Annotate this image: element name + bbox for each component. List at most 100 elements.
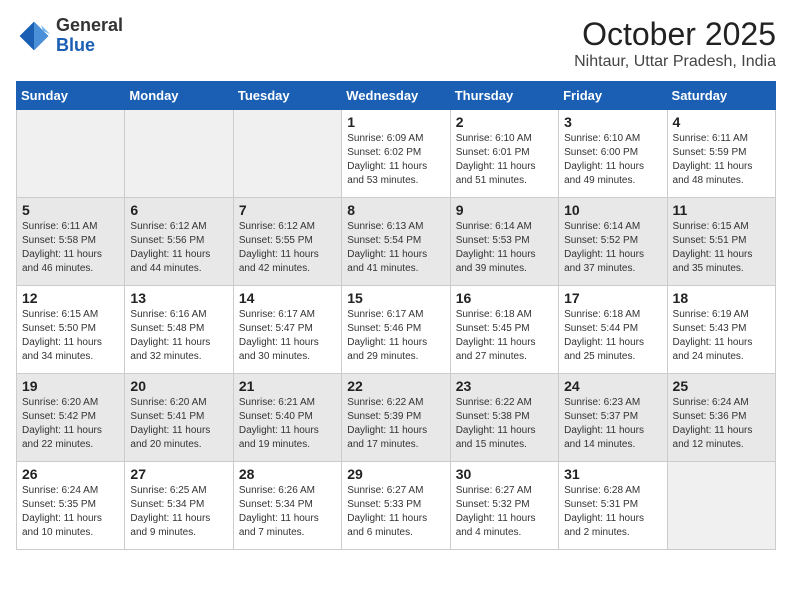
day-number: 17 bbox=[564, 290, 661, 306]
day-info: Sunrise: 6:20 AMSunset: 5:42 PMDaylight:… bbox=[22, 396, 119, 452]
day-info: Sunrise: 6:14 AMSunset: 5:53 PMDaylight:… bbox=[456, 220, 553, 276]
day-info: Sunrise: 6:10 AMSunset: 6:01 PMDaylight:… bbox=[456, 132, 553, 188]
title-block: October 2025 Nihtaur, Uttar Pradesh, Ind… bbox=[574, 16, 776, 71]
day-info: Sunrise: 6:17 AMSunset: 5:47 PMDaylight:… bbox=[239, 308, 336, 364]
calendar-cell: 21 Sunrise: 6:21 AMSunset: 5:40 PMDayligh… bbox=[233, 374, 341, 462]
calendar-cell: 9 Sunrise: 6:14 AMSunset: 5:53 PMDaylight… bbox=[450, 198, 558, 286]
logo: General Blue bbox=[16, 16, 123, 56]
calendar-cell: 7 Sunrise: 6:12 AMSunset: 5:55 PMDaylight… bbox=[233, 198, 341, 286]
day-number: 15 bbox=[347, 290, 444, 306]
day-info: Sunrise: 6:12 AMSunset: 5:56 PMDaylight:… bbox=[130, 220, 227, 276]
day-number: 6 bbox=[130, 202, 227, 218]
calendar-week-row: 12Sunrise: 6:15 AMSunset: 5:50 PMDayligh… bbox=[17, 286, 776, 374]
calendar-cell: 5Sunrise: 6:11 AMSunset: 5:58 PMDaylight… bbox=[17, 198, 125, 286]
day-info: Sunrise: 6:15 AMSunset: 5:51 PMDaylight:… bbox=[673, 220, 770, 276]
day-number: 19 bbox=[22, 378, 119, 394]
day-info: Sunrise: 6:13 AMSunset: 5:54 PMDaylight:… bbox=[347, 220, 444, 276]
day-number: 18 bbox=[673, 290, 770, 306]
day-number: 31 bbox=[564, 466, 661, 482]
calendar-cell: 15 Sunrise: 6:17 AMSunset: 5:46 PMDayligh… bbox=[342, 286, 450, 374]
calendar-cell: 18 Sunrise: 6:19 AMSunset: 5:43 PMDayligh… bbox=[667, 286, 775, 374]
day-number: 7 bbox=[239, 202, 336, 218]
day-number: 28 bbox=[239, 466, 336, 482]
day-number: 20 bbox=[130, 378, 227, 394]
day-number: 23 bbox=[456, 378, 553, 394]
day-header-wednesday: Wednesday bbox=[342, 82, 450, 110]
day-info: Sunrise: 6:27 AMSunset: 5:33 PMDaylight:… bbox=[347, 484, 444, 540]
calendar-cell: 17 Sunrise: 6:18 AMSunset: 5:44 PMDayligh… bbox=[559, 286, 667, 374]
day-number: 10 bbox=[564, 202, 661, 218]
calendar-cell bbox=[125, 110, 233, 198]
day-number: 24 bbox=[564, 378, 661, 394]
day-number: 22 bbox=[347, 378, 444, 394]
day-number: 3 bbox=[564, 114, 661, 130]
day-number: 4 bbox=[673, 114, 770, 130]
day-header-saturday: Saturday bbox=[667, 82, 775, 110]
day-info: Sunrise: 6:12 AMSunset: 5:55 PMDaylight:… bbox=[239, 220, 336, 276]
calendar-cell bbox=[233, 110, 341, 198]
day-header-monday: Monday bbox=[125, 82, 233, 110]
calendar-week-row: 19 Sunrise: 6:20 AMSunset: 5:42 PMDayligh… bbox=[17, 374, 776, 462]
location: Nihtaur, Uttar Pradesh, India bbox=[574, 53, 776, 71]
day-info: Sunrise: 6:18 AMSunset: 5:44 PMDaylight:… bbox=[564, 308, 661, 364]
day-header-tuesday: Tuesday bbox=[233, 82, 341, 110]
day-info: Sunrise: 6:10 AMSunset: 6:00 PMDaylight:… bbox=[564, 132, 661, 188]
calendar-cell: 25 Sunrise: 6:24 AMSunset: 5:36 PMDayligh… bbox=[667, 374, 775, 462]
day-number: 29 bbox=[347, 466, 444, 482]
day-info: Sunrise: 6:14 AMSunset: 5:52 PMDaylight:… bbox=[564, 220, 661, 276]
calendar-cell: 10 Sunrise: 6:14 AMSunset: 5:52 PMDayligh… bbox=[559, 198, 667, 286]
day-info: Sunrise: 6:24 AMSunset: 5:35 PMDaylight:… bbox=[22, 484, 119, 540]
calendar-cell: 11Sunrise: 6:15 AMSunset: 5:51 PMDayligh… bbox=[667, 198, 775, 286]
calendar-cell: 27Sunrise: 6:25 AMSunset: 5:34 PMDayligh… bbox=[125, 462, 233, 550]
day-number: 9 bbox=[456, 202, 553, 218]
calendar-cell: 12Sunrise: 6:15 AMSunset: 5:50 PMDayligh… bbox=[17, 286, 125, 374]
day-number: 8 bbox=[347, 202, 444, 218]
calendar-cell: 1Sunrise: 6:09 AMSunset: 6:02 PMDaylight… bbox=[342, 110, 450, 198]
day-info: Sunrise: 6:11 AMSunset: 5:58 PMDaylight:… bbox=[22, 220, 119, 276]
calendar-cell: 23 Sunrise: 6:22 AMSunset: 5:38 PMDayligh… bbox=[450, 374, 558, 462]
day-info: Sunrise: 6:26 AMSunset: 5:34 PMDaylight:… bbox=[239, 484, 336, 540]
day-info: Sunrise: 6:11 AMSunset: 5:59 PMDaylight:… bbox=[673, 132, 770, 188]
calendar-cell: 29 Sunrise: 6:27 AMSunset: 5:33 PMDayligh… bbox=[342, 462, 450, 550]
calendar-week-row: 5Sunrise: 6:11 AMSunset: 5:58 PMDaylight… bbox=[17, 198, 776, 286]
day-number: 30 bbox=[456, 466, 553, 482]
day-number: 26 bbox=[22, 466, 119, 482]
calendar-cell: 19 Sunrise: 6:20 AMSunset: 5:42 PMDayligh… bbox=[17, 374, 125, 462]
logo-blue: Blue bbox=[56, 36, 123, 56]
day-number: 25 bbox=[673, 378, 770, 394]
logo-general: General bbox=[56, 16, 123, 36]
month-title: October 2025 bbox=[574, 16, 776, 53]
calendar-cell: 26 Sunrise: 6:24 AMSunset: 5:35 PMDayligh… bbox=[17, 462, 125, 550]
day-number: 12 bbox=[22, 290, 119, 306]
day-info: Sunrise: 6:28 AMSunset: 5:31 PMDaylight:… bbox=[564, 484, 661, 540]
calendar-cell: 13Sunrise: 6:16 AMSunset: 5:48 PMDayligh… bbox=[125, 286, 233, 374]
day-header-sunday: Sunday bbox=[17, 82, 125, 110]
day-info: Sunrise: 6:23 AMSunset: 5:37 PMDaylight:… bbox=[564, 396, 661, 452]
calendar-cell: 3 Sunrise: 6:10 AMSunset: 6:00 PMDaylight… bbox=[559, 110, 667, 198]
logo-text: General Blue bbox=[56, 16, 123, 56]
day-number: 14 bbox=[239, 290, 336, 306]
day-number: 13 bbox=[130, 290, 227, 306]
calendar-cell: 6 Sunrise: 6:12 AMSunset: 5:56 PMDaylight… bbox=[125, 198, 233, 286]
calendar-cell: 14 Sunrise: 6:17 AMSunset: 5:47 PMDayligh… bbox=[233, 286, 341, 374]
day-info: Sunrise: 6:21 AMSunset: 5:40 PMDaylight:… bbox=[239, 396, 336, 452]
day-info: Sunrise: 6:22 AMSunset: 5:39 PMDaylight:… bbox=[347, 396, 444, 452]
day-number: 27 bbox=[130, 466, 227, 482]
day-info: Sunrise: 6:18 AMSunset: 5:45 PMDaylight:… bbox=[456, 308, 553, 364]
page-header: General Blue October 2025 Nihtaur, Uttar… bbox=[16, 16, 776, 71]
day-info: Sunrise: 6:24 AMSunset: 5:36 PMDaylight:… bbox=[673, 396, 770, 452]
day-info: Sunrise: 6:19 AMSunset: 5:43 PMDaylight:… bbox=[673, 308, 770, 364]
day-info: Sunrise: 6:17 AMSunset: 5:46 PMDaylight:… bbox=[347, 308, 444, 364]
calendar-cell: 16 Sunrise: 6:18 AMSunset: 5:45 PMDayligh… bbox=[450, 286, 558, 374]
day-info: Sunrise: 6:27 AMSunset: 5:32 PMDaylight:… bbox=[456, 484, 553, 540]
logo-icon bbox=[16, 18, 52, 54]
day-info: Sunrise: 6:20 AMSunset: 5:41 PMDaylight:… bbox=[130, 396, 227, 452]
calendar-cell: 31 Sunrise: 6:28 AMSunset: 5:31 PMDayligh… bbox=[559, 462, 667, 550]
calendar-header-row: SundayMondayTuesdayWednesdayThursdayFrid… bbox=[17, 82, 776, 110]
day-number: 21 bbox=[239, 378, 336, 394]
day-info: Sunrise: 6:22 AMSunset: 5:38 PMDaylight:… bbox=[456, 396, 553, 452]
day-number: 16 bbox=[456, 290, 553, 306]
calendar-cell: 22 Sunrise: 6:22 AMSunset: 5:39 PMDayligh… bbox=[342, 374, 450, 462]
calendar-week-row: 26 Sunrise: 6:24 AMSunset: 5:35 PMDayligh… bbox=[17, 462, 776, 550]
day-number: 1 bbox=[347, 114, 444, 130]
